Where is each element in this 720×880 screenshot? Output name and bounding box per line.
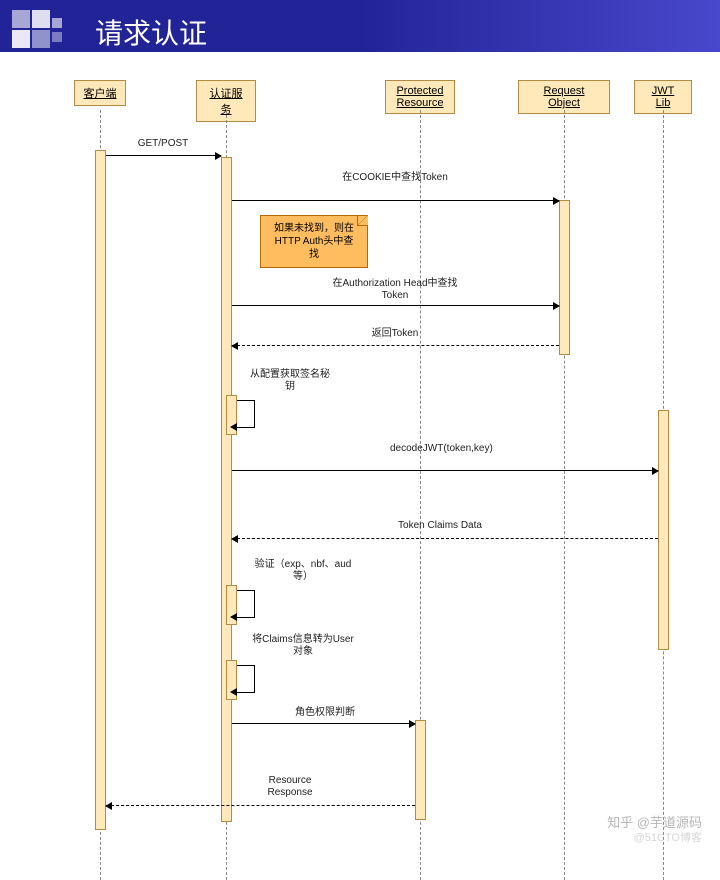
arrow-self-claims-user xyxy=(237,665,255,693)
msg-auth-head-label: 在Authorization Head中查找Token xyxy=(320,278,470,302)
msg-claims-user-label: 将Claims信息转为User对象 xyxy=(248,634,358,658)
note-not-found: 如果未找到，则在HTTP Auth头中查找 xyxy=(260,215,368,268)
activation-request-object xyxy=(559,200,570,355)
participant-request-object: Request Object xyxy=(518,80,610,114)
arrow-cookie-lookup xyxy=(232,200,559,201)
slide-header: 请求认证 xyxy=(0,0,720,52)
arrow-decode-jwt xyxy=(232,470,658,471)
activation-jwt-lib xyxy=(658,410,669,650)
participant-client: 客户端 xyxy=(74,80,126,106)
arrow-self-signkey xyxy=(237,400,255,428)
msg-cookie-lookup-label: 在COOKIE中查找Token xyxy=(320,172,470,184)
page-title: 请求认证 xyxy=(95,12,207,52)
arrow-resource-resp xyxy=(106,805,415,806)
msg-get-post-label: GET/POST xyxy=(118,138,208,150)
arrow-role-check xyxy=(232,723,415,724)
msg-role-check-label: 角色权限判断 xyxy=(280,707,370,719)
activation-protected-resource xyxy=(415,720,426,820)
msg-token-claims-label: Token Claims Data xyxy=(380,520,500,532)
msg-resource-resp-label: Resource Response xyxy=(250,775,330,799)
arrow-get-post xyxy=(106,155,221,156)
activation-client xyxy=(95,150,106,830)
participant-protected-resource: Protected Resource xyxy=(385,80,455,114)
activation-auth-service xyxy=(221,157,232,822)
msg-decode-jwt-label: decodeJWT(token,key) xyxy=(390,443,490,455)
participant-jwt-lib: JWT Lib xyxy=(634,80,692,114)
arrow-auth-head xyxy=(232,305,559,306)
msg-verify-label: 验证（exp、nbf、aud等） xyxy=(248,559,358,583)
arrow-return-token xyxy=(232,345,559,346)
msg-return-token-label: 返回Token xyxy=(350,328,440,340)
arrow-token-claims xyxy=(232,538,658,539)
msg-signkey-label: 从配置获取签名秘钥 xyxy=(250,369,330,393)
watermark-secondary: @51CTO博客 xyxy=(634,829,702,845)
arrow-self-verify xyxy=(237,590,255,618)
